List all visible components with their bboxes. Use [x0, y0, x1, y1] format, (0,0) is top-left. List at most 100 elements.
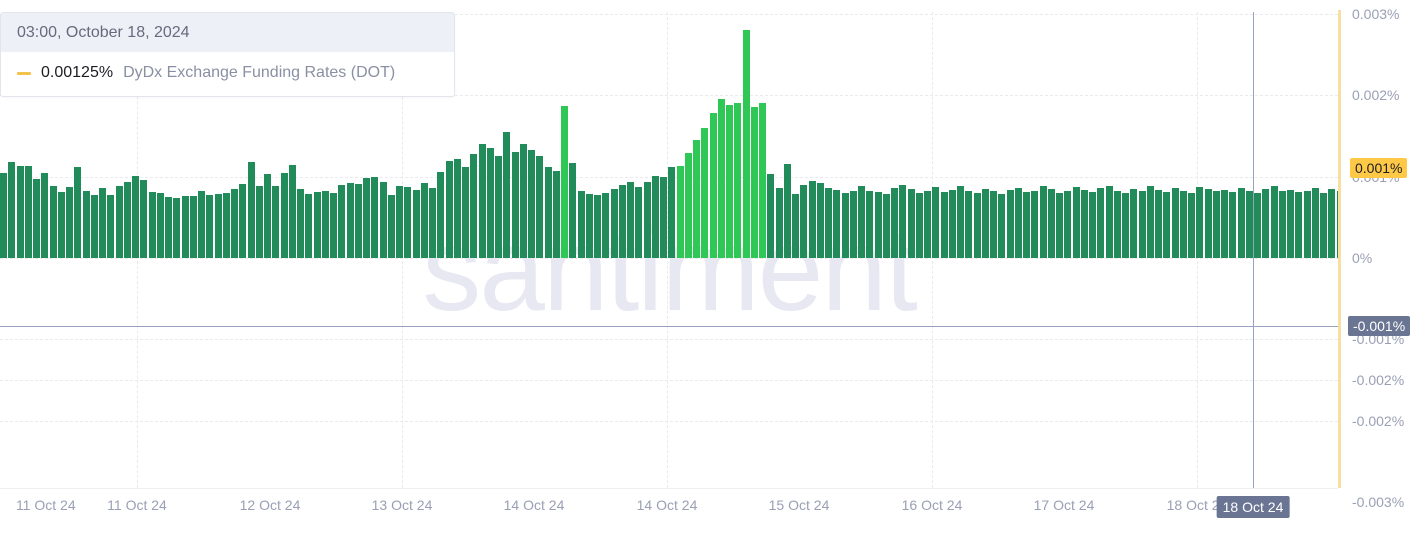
bar	[198, 191, 205, 258]
bar	[1122, 192, 1129, 258]
bar	[1303, 190, 1311, 258]
bar	[462, 166, 469, 258]
bar	[981, 188, 989, 258]
bar	[808, 180, 816, 258]
bar	[1105, 185, 1113, 258]
bar	[1287, 189, 1294, 258]
bar	[1047, 188, 1055, 258]
bar	[272, 186, 280, 258]
bar	[214, 193, 222, 258]
bar	[280, 173, 288, 258]
crosshair-horizontal-line	[0, 326, 1338, 327]
bar	[478, 144, 486, 258]
bar	[486, 148, 494, 258]
bar	[354, 184, 362, 258]
bar	[1204, 188, 1212, 258]
bar	[841, 192, 849, 258]
bar	[684, 153, 692, 258]
tooltip-series-value: 0.00125%	[41, 64, 114, 81]
bar	[1097, 188, 1105, 258]
bar	[288, 165, 296, 258]
bar	[231, 188, 238, 258]
bar	[891, 188, 898, 258]
bar	[99, 188, 106, 258]
bar	[709, 113, 717, 258]
bar	[948, 189, 956, 258]
bar	[1163, 192, 1171, 258]
y-axis-tick-label: 0%	[1352, 250, 1373, 266]
bar	[255, 185, 263, 258]
funding-rates-chart: santiment 0.003%0.002%0.001%0%-0.001%-0.…	[0, 0, 1415, 537]
bar	[429, 188, 436, 258]
bar	[536, 156, 544, 258]
bar	[140, 179, 148, 258]
bar	[726, 105, 733, 258]
x-axis-tick-label: 11 Oct 24	[107, 497, 167, 513]
bar	[305, 193, 313, 258]
bar	[594, 194, 601, 258]
bar	[107, 194, 115, 258]
bar	[635, 187, 643, 258]
bar	[189, 196, 197, 258]
bar	[156, 192, 164, 258]
bar	[618, 184, 626, 258]
bar	[775, 188, 783, 258]
bar	[643, 181, 651, 258]
y-axis-line	[1338, 10, 1341, 488]
bar	[412, 189, 420, 258]
bar	[57, 192, 65, 258]
bar	[1212, 191, 1220, 258]
x-axis-tick-label: 17 Oct 24	[1033, 497, 1095, 513]
tooltip-series-row: 0.00125% DyDx Exchange Funding Rates (DO…	[1, 52, 454, 96]
bar	[1237, 188, 1245, 258]
bar	[1245, 190, 1253, 258]
bar	[470, 153, 478, 258]
bar	[1278, 191, 1286, 258]
bar	[1320, 192, 1327, 258]
bar	[371, 177, 379, 258]
bar	[668, 166, 676, 258]
bar	[123, 182, 131, 258]
y-axis-tick-label: 0.003%	[1352, 6, 1400, 22]
bar	[264, 174, 271, 258]
bar	[800, 184, 808, 258]
bar	[33, 179, 40, 258]
bar	[924, 190, 931, 258]
bar	[569, 162, 577, 258]
bar	[1311, 188, 1319, 258]
bar	[49, 186, 57, 258]
x-axis-tick-label: 14 Oct 24	[636, 497, 698, 513]
bar	[1171, 188, 1179, 258]
bar	[346, 183, 354, 258]
bar	[74, 166, 82, 258]
bar	[1295, 192, 1303, 258]
crosshair-y-lower-badge: -0.001%	[1348, 316, 1411, 336]
bar	[1113, 190, 1121, 258]
bar	[693, 140, 700, 258]
bar	[552, 170, 560, 258]
bar	[577, 191, 585, 258]
bar	[1328, 188, 1336, 258]
bar	[660, 177, 667, 258]
bar	[717, 99, 725, 258]
x-axis-line	[0, 488, 1338, 489]
x-axis-tick-label: 11 Oct 24	[15, 497, 76, 513]
bar	[742, 30, 750, 258]
bar	[825, 188, 832, 258]
bar	[206, 195, 214, 258]
bar	[41, 172, 49, 258]
x-axis-tick-label: 14 Oct 24	[503, 497, 565, 513]
bar	[173, 197, 181, 258]
bar	[561, 105, 568, 258]
bar	[1262, 188, 1270, 258]
bar	[387, 195, 395, 258]
tooltip-timestamp: 03:00, October 18, 2024	[1, 13, 454, 52]
x-axis-tick-label: 15 Oct 24	[768, 497, 830, 513]
bar	[602, 192, 610, 258]
bar	[82, 190, 90, 258]
tooltip-series-label: DyDx Exchange Funding Rates (DOT)	[123, 64, 396, 81]
crosshair-vertical-line	[1253, 12, 1254, 488]
bar	[1254, 192, 1261, 258]
bar	[115, 185, 123, 258]
bar	[1072, 187, 1080, 258]
